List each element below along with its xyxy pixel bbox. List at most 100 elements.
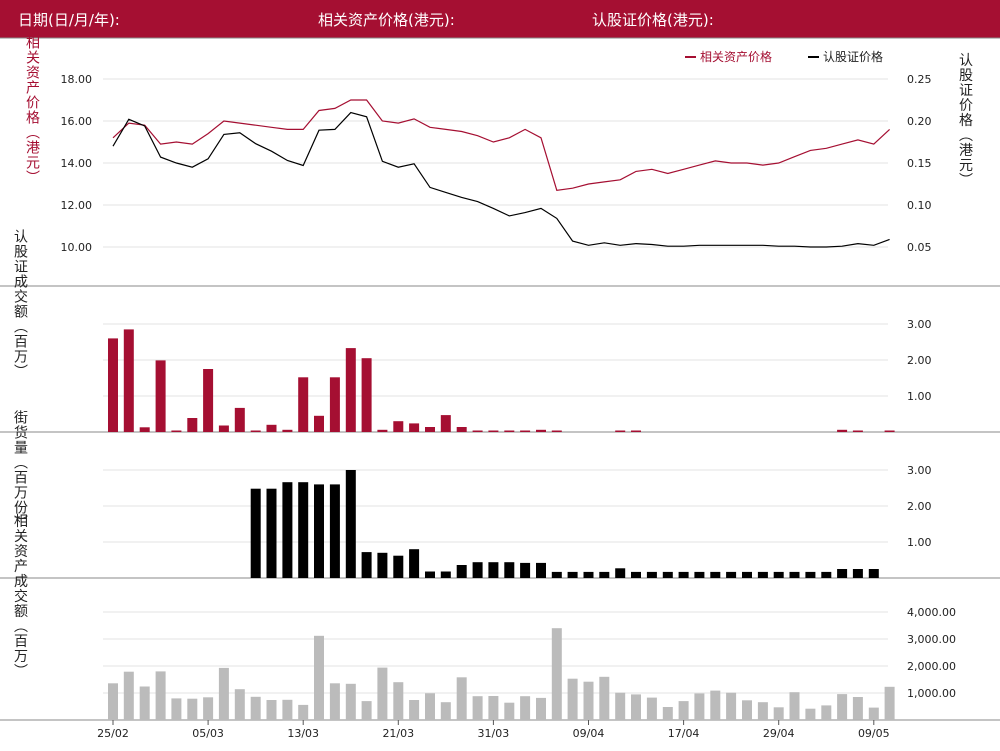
asset-turnover-bar xyxy=(678,701,689,720)
outstanding-quantity-bar xyxy=(551,571,562,578)
asset-turnover-bar xyxy=(139,686,150,720)
warrant-turnover-bar xyxy=(298,377,309,432)
asset-turnover-bar xyxy=(123,671,134,720)
x-tick-label: 21/03 xyxy=(382,727,414,740)
warrant-turnover-bar xyxy=(218,425,229,432)
chart-area: 18.00 16.00 14.00 12.00 10.00 0.25 0.20 0.15 0.1… xyxy=(0,35,1000,740)
warrant-turnover-bar xyxy=(155,360,166,432)
asset-turnover-bar xyxy=(329,683,340,720)
outstanding-quantity-bar xyxy=(329,484,340,578)
asset-turnover-bar xyxy=(171,698,182,720)
asset-turnover-bar xyxy=(821,705,832,720)
x-tick-label: 09/04 xyxy=(573,727,605,740)
outstanding-quantity-bar xyxy=(837,569,848,578)
asset-turnover-bar xyxy=(361,701,372,720)
asset-turnover-bar xyxy=(155,671,166,720)
warrant-price-line xyxy=(112,111,890,248)
warrant-turnover-bar xyxy=(504,430,515,432)
y-right-tick-label: 0.20 xyxy=(907,115,932,128)
asset-turnover-bar xyxy=(504,702,515,720)
y-tick-label: 3.00 xyxy=(907,318,932,331)
outstanding-quantity-bar xyxy=(678,571,689,578)
outstanding-quantity-bar xyxy=(583,571,594,578)
asset-turnover-bar xyxy=(456,677,467,720)
outstanding-quantity-bar xyxy=(314,484,324,578)
asset-turnover-bar xyxy=(742,700,752,720)
warrant-turnover-bar xyxy=(409,423,420,432)
asset-turnover-bar xyxy=(694,693,705,720)
asset-turnover-bar xyxy=(440,702,451,720)
outstanding-quantity-bar xyxy=(694,571,705,578)
warrant-turnover-bar xyxy=(266,424,277,432)
asset-turnover-bar xyxy=(757,702,768,720)
x-tick-label: 05/03 xyxy=(192,727,224,740)
warrant-turnover-bar xyxy=(488,430,499,432)
asset-turnover-bar xyxy=(187,698,198,720)
outstanding-quantity-bar xyxy=(472,562,483,578)
warrant-turnover-bar xyxy=(187,418,198,432)
warrant-turnover-bar xyxy=(615,430,626,432)
y-right-tick-label: 0.25 xyxy=(907,73,932,86)
asset-turnover-bar xyxy=(314,635,324,720)
warrant-turnover-bar xyxy=(234,407,245,432)
outstanding-quantity-axis-title: 街货量（百万份） xyxy=(12,410,28,530)
outstanding-quantity-bar xyxy=(868,569,879,578)
outstanding-quantity-bar xyxy=(631,571,641,578)
outstanding-quantity-bar xyxy=(662,571,673,578)
warrant-turnover-bar xyxy=(377,429,388,432)
warrant-turnover-bar xyxy=(456,427,467,432)
y-right-axis-title: 认股证价格（港元） xyxy=(957,53,973,188)
asset-turnover-bar xyxy=(425,693,435,720)
asset-turnover-axis-title: 相关资产成交额（百万） xyxy=(12,514,28,679)
outstanding-quantity-bar xyxy=(488,562,499,578)
asset-turnover-bar xyxy=(773,707,784,720)
warrant-turnover-bar xyxy=(551,430,562,432)
asset-turnover-bar xyxy=(377,667,388,720)
warrant-turnover-bar xyxy=(329,377,340,432)
warrant-turnover-bar xyxy=(123,329,134,432)
asset-turnover-bar xyxy=(884,686,895,720)
asset-turnover-bar xyxy=(726,692,737,720)
asset-turnover-bar xyxy=(631,694,641,720)
y-tick-label: 1.00 xyxy=(907,536,932,549)
warrant-turnover-axis-title: 认股证成交额（百万） xyxy=(12,229,28,379)
asset-turnover-bar xyxy=(218,667,229,720)
asset-turnover-bar xyxy=(551,628,562,720)
outstanding-quantity-bar xyxy=(599,571,610,578)
outstanding-quantity-bar xyxy=(298,482,309,578)
asset-turnover-bar xyxy=(203,697,214,720)
asset-turnover-bar xyxy=(520,696,531,720)
y-right-tick-label: 0.10 xyxy=(907,199,932,212)
x-tick-label: 09/05 xyxy=(858,727,890,740)
outstanding-quantity-bar xyxy=(757,571,768,578)
y-tick-label: 2,000.00 xyxy=(907,660,956,673)
outstanding-quantity-bar xyxy=(773,571,784,578)
outstanding-quantity-bar xyxy=(361,552,372,578)
asset-turnover-bar xyxy=(282,699,293,721)
outstanding-quantity-bar xyxy=(409,549,420,578)
asset-turnover-bar xyxy=(393,682,404,720)
asset-turnover-bar xyxy=(409,700,420,720)
outstanding-quantity-bar xyxy=(710,571,721,578)
outstanding-quantity-bar xyxy=(726,571,737,578)
x-tick-label: 31/03 xyxy=(478,727,510,740)
x-tick-label: 17/04 xyxy=(668,727,700,740)
outstanding-quantity-bar xyxy=(440,571,451,578)
warrant-turnover-bar xyxy=(520,430,531,432)
y-left-axis-title: 相关资产价格（港元） xyxy=(24,35,40,185)
y-tick-label: 1,000.00 xyxy=(907,687,956,700)
x-tick-label: 13/03 xyxy=(287,727,319,740)
asset-price-line xyxy=(112,99,891,191)
warrant-turnover-bar xyxy=(203,369,214,432)
warrant-turnover-bar xyxy=(314,415,324,432)
outstanding-quantity-bar xyxy=(567,571,578,578)
asset-turnover-bar xyxy=(789,692,800,720)
asset-turnover-bar xyxy=(710,690,721,720)
x-tick-label: 29/04 xyxy=(763,727,795,740)
outstanding-quantity-bar xyxy=(282,482,293,578)
asset-turnover-bar xyxy=(345,683,356,720)
asset-turnover-bar xyxy=(805,708,816,720)
outstanding-quantity-bar xyxy=(789,571,800,578)
asset-turnover-bar xyxy=(837,694,848,720)
y-right-tick-label: 0.15 xyxy=(907,157,932,170)
